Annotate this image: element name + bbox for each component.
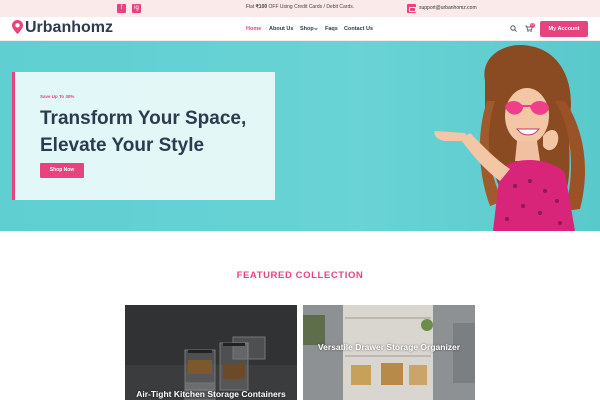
product-card[interactable]: Air-Tight Kitchen Storage Containers xyxy=(125,305,297,400)
hero-card: Save Up To 30% Transform Your Space, Ele… xyxy=(12,72,275,200)
nav-shop[interactable]: Shop xyxy=(300,26,314,32)
nav-faqs[interactable]: Faqs xyxy=(325,26,338,32)
top-bar: f ig Flat ₹100 OFF Using Credit Cards / … xyxy=(0,0,600,17)
storage-containers-image xyxy=(125,305,297,400)
mail-icon xyxy=(407,4,416,13)
promo-text: Flat ₹100 OFF Using Credit Cards / Debit… xyxy=(245,4,355,10)
search-icon[interactable] xyxy=(510,25,517,32)
location-pin-icon xyxy=(12,20,23,34)
hero-eyebrow: Save Up To 30% xyxy=(40,94,75,99)
hero-title: Transform Your Space, Elevate Your Style xyxy=(40,108,247,156)
product-card-title[interactable]: Air-Tight Kitchen Storage Containers xyxy=(125,389,297,399)
hero-banner: Save Up To 30% Transform Your Space, Ele… xyxy=(0,41,600,231)
nav-about-us[interactable]: About Us xyxy=(269,26,293,32)
hero-model-image xyxy=(434,45,585,231)
nav-contact-us[interactable]: Contact Us xyxy=(344,26,373,32)
my-account-button[interactable]: My Account xyxy=(540,21,588,37)
featured-collection-title: FEATURED COLLECTION xyxy=(236,270,364,281)
support-email[interactable]: support@urbanhomz.com xyxy=(419,5,477,11)
drawer-organizer-image xyxy=(303,305,475,400)
nav-home[interactable]: Home xyxy=(246,26,261,32)
chevron-down-icon xyxy=(314,27,318,31)
product-card-title[interactable]: Versatile Drawer Storage Organizer xyxy=(303,342,475,352)
cart-count-badge: 0 xyxy=(530,23,535,28)
shop-now-button[interactable]: Shop Now xyxy=(40,163,84,178)
product-card[interactable]: Versatile Drawer Storage Organizer xyxy=(303,305,475,400)
brand-logo[interactable]: Urbanhomz xyxy=(25,19,113,37)
